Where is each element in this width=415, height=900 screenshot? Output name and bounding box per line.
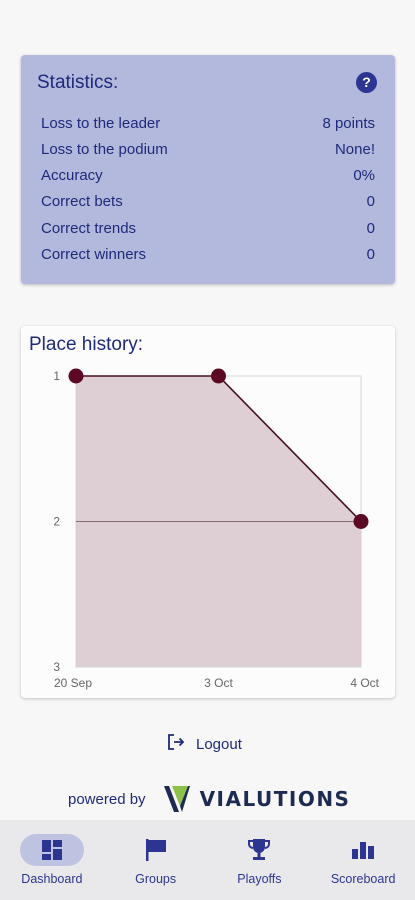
stat-value: 0	[366, 219, 375, 237]
logout-button[interactable]: Logout	[166, 732, 242, 756]
stat-label: Loss to the podium	[41, 140, 168, 158]
x-tick-label: 20 Sep	[54, 676, 92, 690]
y-tick-label: 3	[53, 660, 60, 674]
nav-item-groups[interactable]: Groups	[106, 820, 206, 886]
data-point	[68, 368, 84, 384]
statistics-title: Statistics:	[37, 72, 119, 93]
y-tick-label: 1	[53, 369, 60, 383]
stat-value: 8 points	[322, 114, 375, 132]
stat-row-correct-bets: Correct bets 0	[41, 191, 375, 211]
vialutions-logo-mark-icon	[163, 786, 190, 812]
stat-row-accuracy: Accuracy 0%	[41, 165, 375, 185]
nav-item-scoreboard[interactable]: Scoreboard	[313, 820, 413, 886]
stat-label: Correct trends	[41, 219, 137, 237]
stat-value: 0	[366, 245, 375, 263]
data-point	[211, 368, 226, 384]
nav-item-dashboard[interactable]: Dashboard	[2, 820, 102, 886]
data-point	[353, 514, 369, 529]
vialutions-logo: VIALUTIONS	[162, 784, 351, 814]
powered-by: powered by VIALUTIONS	[68, 781, 350, 817]
x-tick-label: 4 Oct	[350, 676, 379, 690]
bottom-nav: Dashboard Groups Playoffs Scoreboard	[0, 820, 415, 900]
stat-label: Accuracy	[41, 166, 103, 184]
statistics-card: Statistics: ? Loss to the leader 8 point…	[21, 55, 395, 284]
stat-label: Correct winners	[41, 245, 147, 263]
stat-row-correct-trends: Correct trends 0	[41, 218, 375, 238]
vialutions-brand: VIALUTIONS	[199, 787, 351, 811]
stat-value: None!	[334, 140, 375, 158]
stat-label: Correct bets	[41, 192, 123, 210]
stat-row-loss-podium: Loss to the podium None!	[41, 139, 375, 159]
stat-row-correct-winners: Correct winners 0	[41, 244, 375, 264]
bar-chart-icon	[331, 834, 395, 866]
place-history-card: Place history: 1 2 3 20 Sep 3 Oct 4 Oct	[21, 326, 395, 698]
flag-icon	[124, 834, 188, 866]
nav-label: Dashboard	[21, 872, 83, 886]
help-circle-icon[interactable]: ?	[356, 72, 377, 93]
x-tick-label: 3 Oct	[204, 676, 233, 690]
logout-label: Logout	[196, 735, 242, 753]
nav-item-playoffs[interactable]: Playoffs	[209, 820, 309, 886]
nav-label: Playoffs	[237, 872, 282, 886]
powered-by-label: powered by	[68, 790, 146, 808]
trophy-icon	[227, 834, 291, 866]
dashboard-icon	[19, 834, 84, 866]
stat-label: Loss to the leader	[41, 114, 161, 132]
nav-label: Scoreboard	[330, 872, 396, 886]
y-tick-label: 2	[53, 515, 60, 529]
logout-icon	[166, 732, 186, 757]
stat-value: 0	[366, 192, 375, 210]
stat-value: 0%	[353, 166, 375, 184]
nav-label: Groups	[135, 872, 177, 886]
stat-row-loss-leader: Loss to the leader 8 points	[41, 113, 375, 133]
place-history-chart: 1 2 3 20 Sep 3 Oct 4 Oct	[53, 368, 380, 690]
